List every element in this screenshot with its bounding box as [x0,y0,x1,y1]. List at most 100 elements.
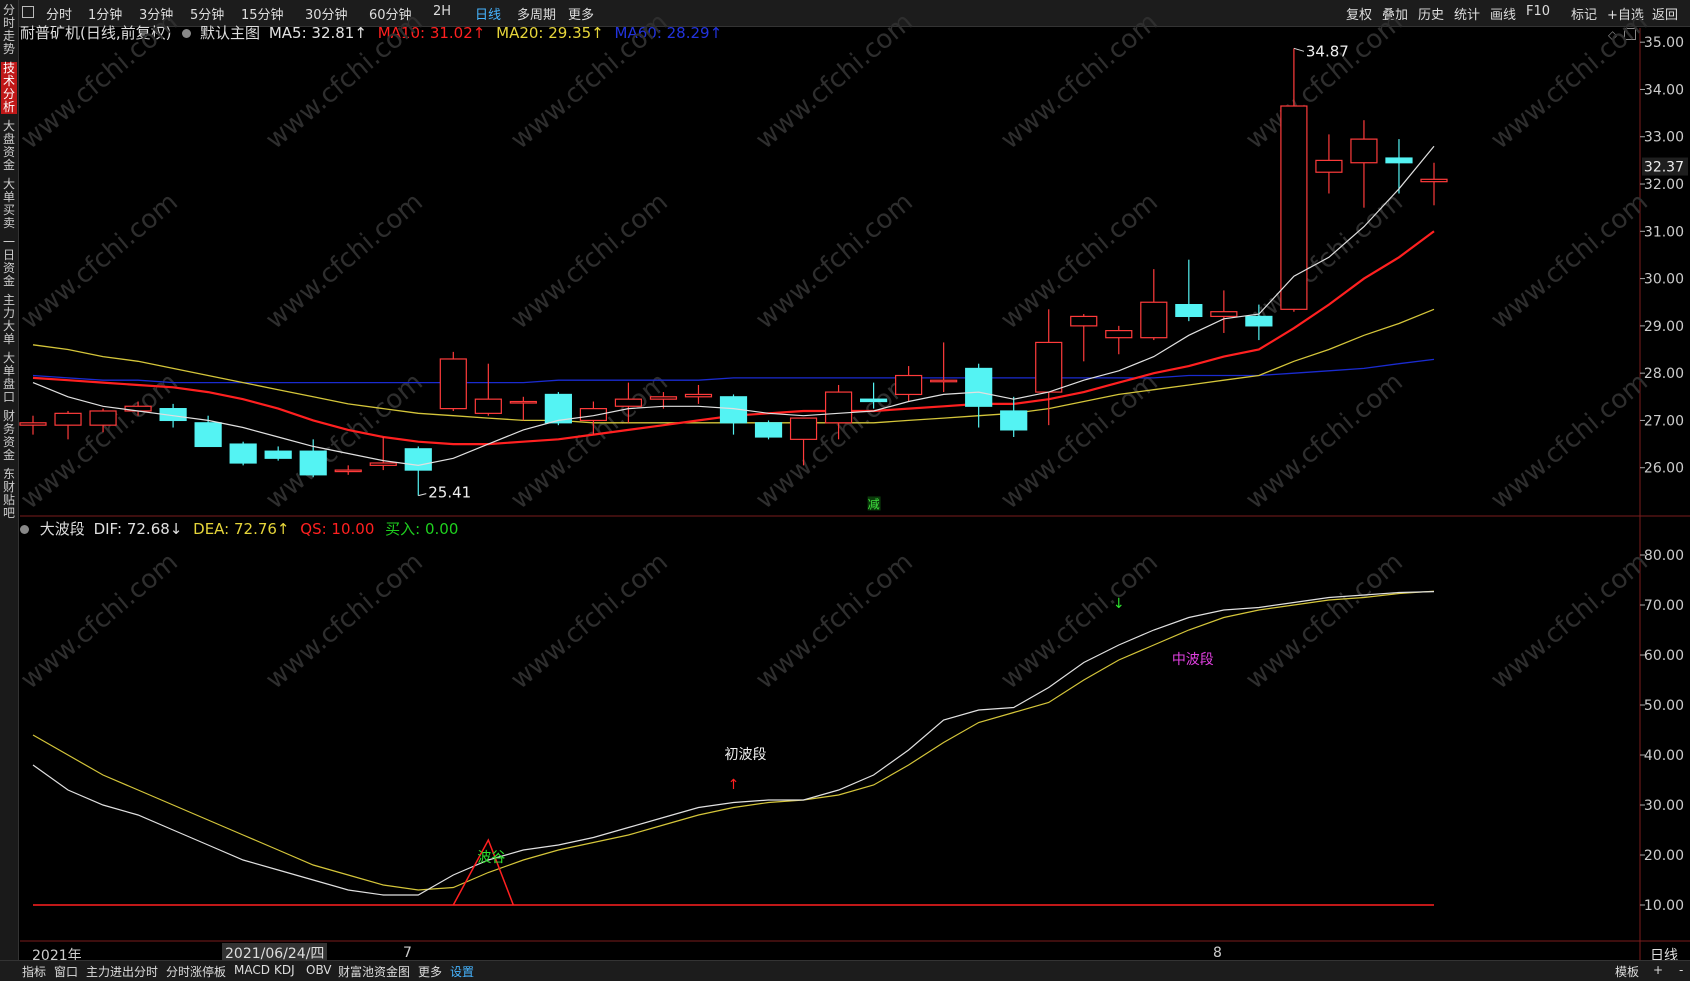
toolbar-button[interactable]: 叠加 [1382,4,1408,23]
period-tab[interactable]: 更多 [568,4,594,23]
period-tab[interactable]: 分时 [46,4,72,23]
sub-tick-label: 40.00 [1644,748,1684,764]
qs-value: QS: 10.00 [300,520,375,538]
candle-body [1315,159,1343,173]
toolbar-button[interactable]: +自选 [1607,4,1644,23]
candle-body [439,358,467,410]
side-tab[interactable]: 主力大单 [1,294,17,346]
settings-icon[interactable] [182,29,192,38]
period-tab[interactable]: 日线 [475,4,501,23]
candle-body [369,462,397,466]
dea-line [32,590,1435,891]
period-tab[interactable]: 60分钟 [369,4,412,23]
watermark: www.cfchi.com [15,547,184,695]
stock-chart[interactable]: www.cfchi.com www.cfchi.com www.cfchi.com w… [0,0,1690,980]
bottom-tab[interactable]: 指标 [22,963,46,980]
toolbar-button[interactable]: F10 [1526,4,1550,19]
toolbar-button[interactable]: 画线 [1490,4,1516,23]
bottom-tab[interactable]: KDJ [274,963,295,977]
price-tick-label: 31.00 [1644,224,1684,240]
month-8-label: 8 [1213,945,1222,961]
bottom-tab[interactable]: 设置 [450,963,474,980]
watermark: www.cfchi.com [15,367,184,515]
candle [124,401,152,416]
toolbar-button[interactable]: 统计 [1454,4,1480,23]
candle [54,410,82,440]
candle [1350,120,1378,208]
price-tick-label: 35.00 [1644,35,1684,51]
bottom-tab[interactable]: 窗口 [54,963,78,980]
side-tab[interactable]: 东财贴吧 [1,468,17,520]
sub-tick-label: 60.00 [1644,648,1684,664]
diamond-icon[interactable]: ◇ [1608,28,1617,42]
template-label[interactable]: 默认主图 [200,24,260,42]
period-tab[interactable]: 多周期 [517,4,556,23]
candle-body [229,443,257,464]
candle-body [579,408,608,422]
watermark: www.cfchi.com [1485,187,1654,335]
dea-value: DEA: 72.76↑ [193,520,290,538]
ma10-line [32,230,1435,446]
watermark: www.cfchi.com [505,547,674,695]
period-tab[interactable]: 15分钟 [241,4,284,23]
candle-body [1245,315,1273,327]
candle [684,384,713,404]
price-tick-label: 30.00 [1644,272,1684,288]
reduce-badge-bg [867,496,881,511]
candle [895,366,923,402]
side-tab[interactable]: 大盘资金 [1,120,17,172]
toolbar-button[interactable]: 标记 [1571,4,1597,23]
side-tab[interactable]: 大单买卖 [1,178,17,230]
candle-body [1280,105,1308,310]
bottom-tool[interactable]: + [1653,963,1663,977]
ma60-line [32,358,1435,384]
bottom-tab[interactable]: 财富池资金图 [338,963,410,980]
bottom-tool[interactable]: 模板 [1615,963,1639,980]
mid-wave-label: 中波段 [1172,652,1214,668]
window-icon[interactable] [22,6,34,18]
candle-body [1070,315,1098,327]
period-tab[interactable]: 5分钟 [190,4,224,23]
candle [1105,325,1133,355]
candle-body [264,450,292,459]
bottom-tab[interactable]: MACD [234,963,270,977]
candle [1210,290,1238,333]
bottom-tab[interactable]: 主力进出分时 [86,963,158,980]
toolbar-button[interactable]: 返回 [1652,4,1678,23]
period-tab[interactable]: 30分钟 [305,4,348,23]
bottom-tab[interactable]: 更多 [418,963,442,980]
candle-body [89,410,117,426]
price-tick-label: 34.00 [1644,82,1684,98]
month-7-label: 7 [403,945,412,961]
last-price-label: 32.37 [1644,160,1684,176]
candle-body [1350,138,1378,164]
collapse-icon[interactable] [20,525,29,534]
side-tab[interactable]: 技术分析 [1,62,17,114]
candle [754,420,783,440]
period-tab[interactable]: 3分钟 [139,4,173,23]
last-price-box [1642,157,1688,176]
sub-legend: 大波段 DIF: 72.68↓ DEA: 72.76↑ QS: 10.00 买入… [20,518,458,539]
watermark: www.cfchi.com [1240,187,1409,335]
bottom-tab[interactable]: OBV [306,963,332,977]
side-tab[interactable]: 财务资金 [1,410,17,462]
toolbar-button[interactable]: 复权 [1346,4,1372,23]
period-tab[interactable]: 1分钟 [88,4,122,23]
candle [369,436,397,471]
period-tab[interactable]: 2H [433,4,451,19]
watermark: www.cfchi.com [1240,367,1409,515]
candle-body [824,391,853,424]
bottom-tab[interactable]: 分时涨停板 [166,963,226,980]
window-toggle-icon[interactable] [1624,28,1636,40]
watermark: www.cfchi.com [995,187,1164,335]
watermark: www.cfchi.com [505,187,674,335]
price-tick-label: 32.00 [1644,177,1684,193]
toolbar-button[interactable]: 历史 [1418,4,1444,23]
side-tab[interactable]: 分时走势 [1,4,17,56]
bottom-tool[interactable]: - [1679,963,1683,977]
indicator-name[interactable]: 大波段 [40,520,85,538]
candle-body [789,417,818,440]
candle-body [124,405,152,412]
side-tab[interactable]: 大单盘口 [1,352,17,404]
side-tab[interactable]: 一日资金 [1,236,17,288]
